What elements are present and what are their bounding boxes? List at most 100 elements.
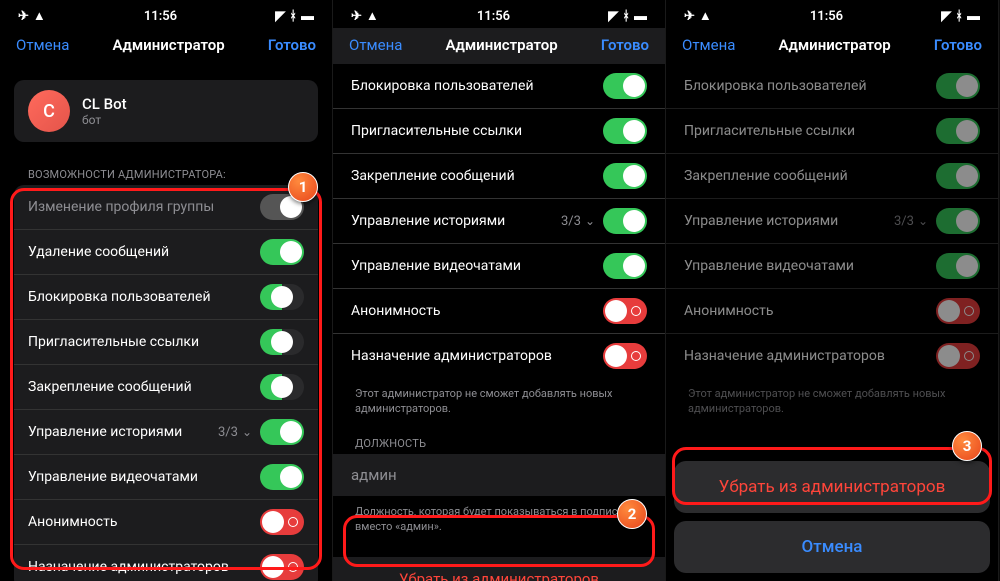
toggle-delete-messages[interactable] (260, 239, 304, 265)
perm-anonymous: Анонимность (666, 289, 998, 334)
annotation-3: 3 (952, 431, 982, 461)
status-time: 11:56 (810, 9, 843, 24)
location-icon: ◤ (275, 9, 285, 24)
toggle-anonymous[interactable] (603, 298, 647, 324)
perm-pin-messages[interactable]: Закрепление сообщений (14, 365, 318, 410)
toggle-ban-users (936, 73, 980, 99)
toggle-pin-messages[interactable] (260, 374, 304, 400)
airplane-icon: ✈ (18, 9, 29, 24)
cancel-button[interactable]: Отмена (682, 36, 735, 54)
location-icon: ◤ (941, 9, 951, 24)
sheet-remove-admin[interactable]: Убрать из администраторов (674, 461, 990, 513)
perm-anonymous[interactable]: Анонимность (14, 500, 318, 545)
toggle-add-admins[interactable] (603, 343, 647, 369)
perm-ban-users[interactable]: Блокировка пользователей (333, 64, 665, 109)
toggle-add-admins[interactable] (260, 554, 304, 580)
toggle-anonymous (936, 298, 980, 324)
status-bar: ✈ ▲ 11:56 ◤ ᚼ ▬ (666, 0, 998, 28)
perm-invite-links[interactable]: Пригласительные ссылки (333, 109, 665, 154)
bluetooth-icon: ᚼ (955, 9, 963, 24)
toggle-anonymous[interactable] (260, 509, 304, 535)
chevron-down-icon: ⌄ (918, 214, 928, 228)
toggle-manage-stories (936, 208, 980, 234)
toggle-invite-links (936, 118, 980, 144)
admin-hint: Этот администратор не сможет добавлять н… (333, 378, 665, 431)
screen-3: ✈ ▲ 11:56 ◤ ᚼ ▬ Отмена Администратор Гот… (666, 0, 999, 581)
done-button[interactable]: Готово (268, 36, 316, 54)
perm-manage-videochats[interactable]: Управление видеочатами (14, 455, 318, 500)
perm-add-admins: Назначение администраторов (666, 334, 998, 378)
toggle-manage-videochats[interactable] (603, 253, 647, 279)
airplane-icon: ✈ (684, 9, 695, 24)
chevron-down-icon: ⌄ (242, 425, 252, 439)
perm-pin-messages[interactable]: Закрепление сообщений (333, 154, 665, 199)
done-button[interactable]: Готово (601, 36, 649, 54)
permissions-list-dimmed: Блокировка пользователей Пригласительные… (666, 64, 998, 378)
perm-manage-videochats[interactable]: Управление видеочатами (333, 244, 665, 289)
perm-change-profile[interactable]: Изменение профиля группы (14, 185, 318, 230)
status-bar: ✈ ▲ 11:56 ◤ ᚼ ▬ (0, 0, 332, 28)
page-title: Администратор (779, 36, 891, 54)
admin-hint: Этот администратор не сможет добавлять н… (666, 378, 998, 431)
battery-icon: ▬ (967, 8, 980, 24)
perm-ban-users: Блокировка пользователей (666, 64, 998, 109)
permissions-list: Изменение профиля группы Удаление сообще… (14, 185, 318, 581)
user-subtitle: бот (82, 113, 127, 127)
nav-bar: Отмена Администратор Готово (333, 28, 665, 64)
annotation-1: 1 (288, 172, 318, 202)
cancel-button[interactable]: Отмена (349, 36, 402, 54)
toggle-ban-users[interactable] (603, 73, 647, 99)
nav-bar: Отмена Администратор Готово (666, 28, 998, 64)
bluetooth-icon: ᚼ (622, 9, 630, 24)
wifi-icon: ▲ (699, 8, 712, 24)
job-section-header: ДОЛЖНОСТЬ (333, 431, 665, 454)
perm-delete-messages[interactable]: Удаление сообщений (14, 230, 318, 275)
toggle-invite-links[interactable] (260, 329, 304, 355)
cancel-button[interactable]: Отмена (16, 36, 69, 54)
sheet-cancel[interactable]: Отмена (674, 521, 990, 573)
battery-icon: ▬ (301, 8, 314, 24)
perm-manage-stories[interactable]: Управление историями 3/3 ⌄ (333, 199, 665, 244)
page-title: Администратор (446, 36, 558, 54)
done-button[interactable]: Готово (934, 36, 982, 54)
toggle-pin-messages (936, 163, 980, 189)
toggle-add-admins (936, 343, 980, 369)
avatar: C (28, 90, 70, 132)
battery-icon: ▬ (634, 8, 647, 24)
chevron-down-icon: ⌄ (585, 214, 595, 228)
perm-anonymous[interactable]: Анонимность (333, 289, 665, 334)
perm-pin-messages: Закрепление сообщений (666, 154, 998, 199)
airplane-icon: ✈ (351, 9, 362, 24)
bluetooth-icon: ᚼ (289, 9, 297, 24)
section-permissions-header: ВОЗМОЖНОСТИ АДМИНИСТРАТОРА: (0, 162, 332, 185)
toggle-ban-users[interactable] (260, 284, 304, 310)
location-icon: ◤ (608, 9, 618, 24)
perm-manage-stories[interactable]: Управление историями 3/3 ⌄ (14, 410, 318, 455)
perm-manage-videochats: Управление видеочатами (666, 244, 998, 289)
screen-1: ✈ ▲ 11:56 ◤ ᚼ ▬ Отмена Администратор Гот… (0, 0, 333, 581)
toggle-manage-videochats (936, 253, 980, 279)
status-time: 11:56 (144, 9, 177, 24)
annotation-2: 2 (617, 499, 647, 529)
job-hint: Должность, которая будет показываться в … (333, 496, 665, 549)
user-card[interactable]: C CL Bot бот (14, 80, 318, 142)
status-time: 11:56 (477, 9, 510, 24)
toggle-pin-messages[interactable] (603, 163, 647, 189)
perm-add-admins[interactable]: Назначение администраторов (333, 334, 665, 378)
status-bar: ✈ ▲ 11:56 ◤ ᚼ ▬ (333, 0, 665, 28)
perm-add-admins[interactable]: Назначение администраторов (14, 545, 318, 581)
nav-bar: Отмена Администратор Готово (0, 28, 332, 64)
page-title: Администратор (113, 36, 225, 54)
toggle-manage-stories[interactable] (260, 419, 304, 445)
toggle-manage-videochats[interactable] (260, 464, 304, 490)
perm-invite-links: Пригласительные ссылки (666, 109, 998, 154)
job-title-input[interactable]: админ (333, 454, 665, 496)
toggle-invite-links[interactable] (603, 118, 647, 144)
action-sheet: Убрать из администраторов Отмена (674, 461, 990, 573)
wifi-icon: ▲ (33, 8, 46, 24)
perm-ban-users[interactable]: Блокировка пользователей (14, 275, 318, 320)
toggle-manage-stories[interactable] (603, 208, 647, 234)
wifi-icon: ▲ (366, 8, 379, 24)
perm-invite-links[interactable]: Пригласительные ссылки (14, 320, 318, 365)
remove-admin-button[interactable]: Убрать из администраторов (333, 557, 665, 581)
